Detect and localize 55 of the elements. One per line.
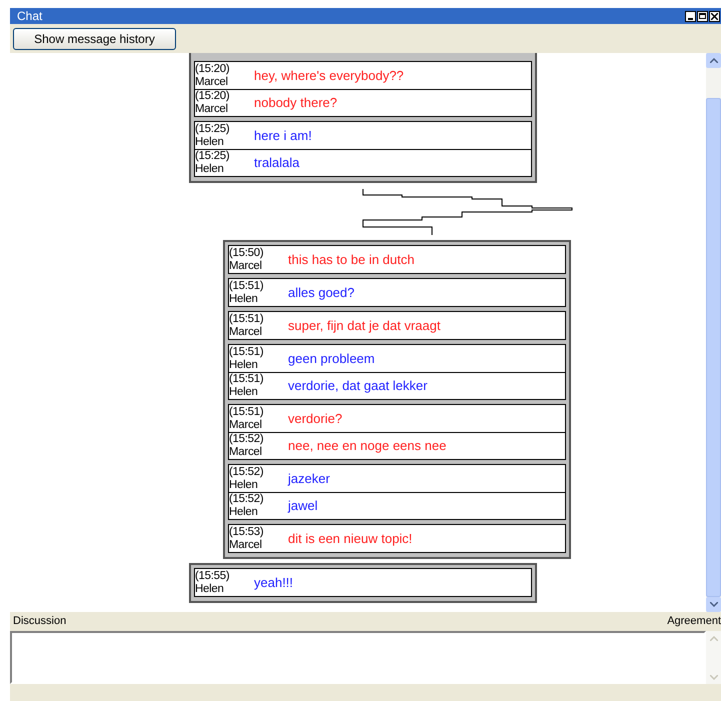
message-text: verdorie? [288,410,342,428]
message-time: (15:51) [229,346,264,358]
message-text: hey, where's everybody?? [254,66,404,85]
message-author: Helen [229,478,259,492]
scroll-down-icon[interactable] [706,597,721,612]
message-time: (15:53) [229,526,264,538]
message-author: Marcel [195,103,229,116]
agreement-label: Agreement [667,614,721,630]
message-author: Helen [229,506,259,519]
message-time: (15:52) [229,466,264,478]
message-text: this has to be in dutch [288,250,414,269]
maximize-icon[interactable] [697,10,708,22]
message-text: alles goed? [288,284,354,302]
message-text: tralalala [254,154,300,172]
message-author: Marcel [229,538,263,552]
message-time: (15:25) [195,150,230,163]
message-text: nee, nee en noge eens nee [288,437,446,456]
message-time: (15:52) [229,493,264,506]
message-text: geen probleem [288,350,375,368]
message-time: (15:20) [195,62,230,76]
message-time: (15:51) [229,312,264,326]
message-time: (15:51) [229,406,264,418]
message-author: Helen [195,582,225,596]
close-icon[interactable] [709,10,720,22]
message-text: verdorie, dat gaat lekker [288,377,428,396]
message-author: Marcel [229,260,263,272]
message-author: Helen [229,358,259,372]
discussion-label: Discussion [13,614,66,630]
message-author: Helen [195,136,225,148]
message-author: Helen [229,386,259,399]
message-time: (15:20) [195,90,230,103]
message-text: here i am! [254,126,312,145]
message-author: Marcel [229,326,263,338]
message-time: (15:25) [195,122,230,136]
message-text: super, fijn dat je dat vraagt [288,316,440,335]
message-time: (15:55) [195,570,230,582]
message-time: (15:51) [229,373,264,386]
discussion-input-field[interactable] [10,631,706,684]
minimize-icon[interactable] [685,10,696,22]
scroll-up-icon[interactable] [706,53,721,68]
message-time: (15:50) [229,246,264,260]
message-text: jazeker [288,470,330,488]
window-title: Chat [17,8,42,25]
message-time: (15:51) [229,280,264,292]
message-author: Marcel [195,76,229,88]
message-text: jawel [288,497,318,516]
message-author: Marcel [229,418,263,432]
message-author: Helen [229,292,259,306]
message-time: (15:52) [229,433,264,446]
message-text: nobody there? [254,94,338,112]
message-text: dit is een nieuw topic! [288,530,412,548]
message-text: yeah!!! [254,574,294,592]
message-author: Marcel [229,446,263,459]
message-author: Helen [195,163,225,176]
show-history-button[interactable]: Show message history [13,28,176,50]
